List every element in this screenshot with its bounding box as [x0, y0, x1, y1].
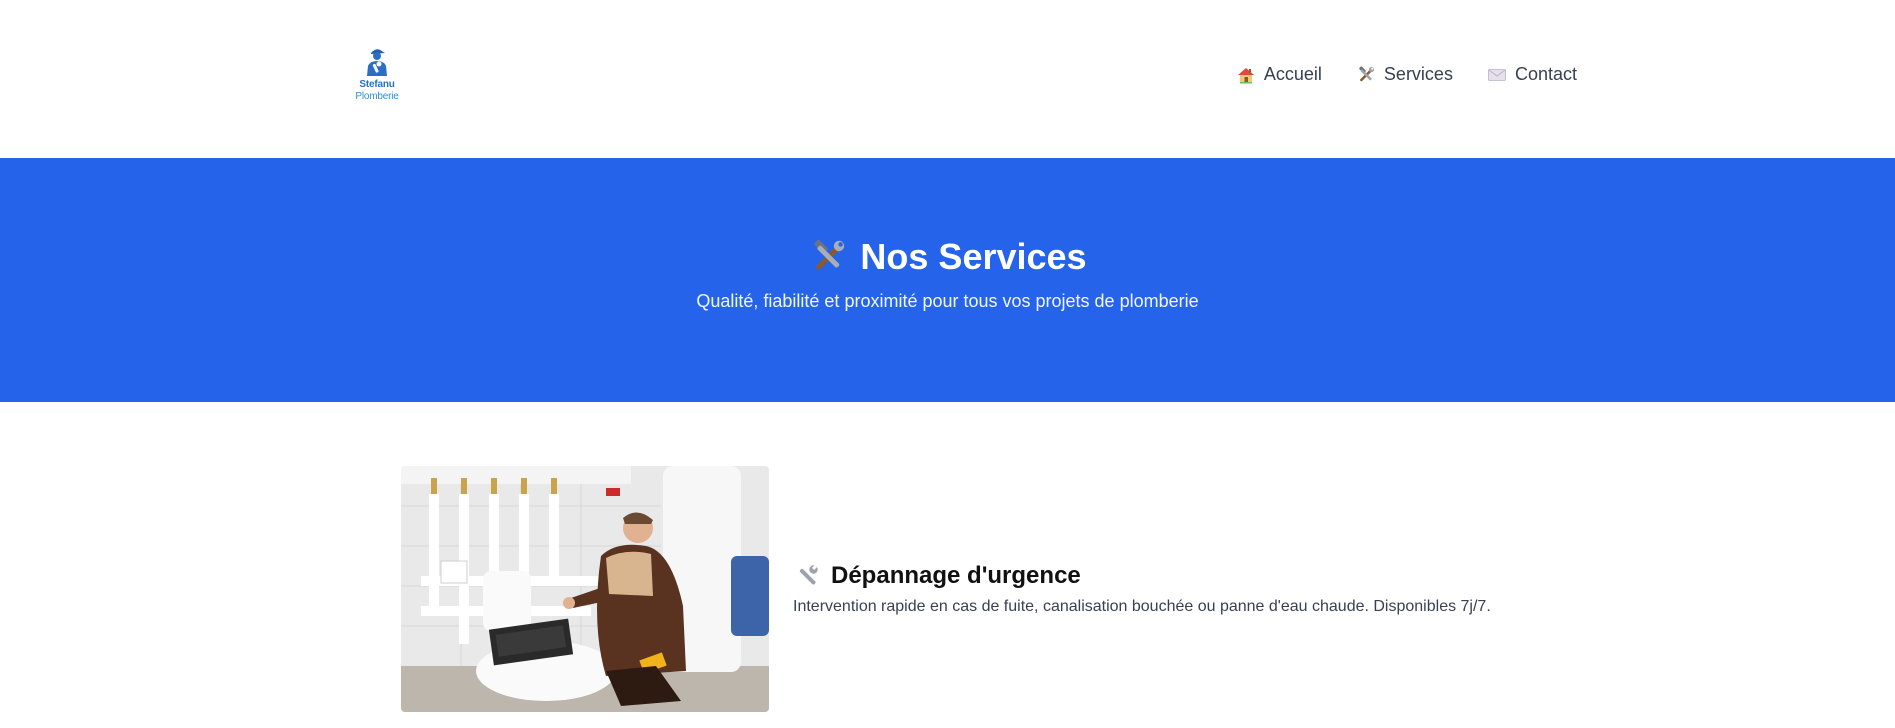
hero-banner: Nos Services Qualité, fiabilité et proxi…: [0, 158, 1895, 402]
nav-services[interactable]: Services: [1356, 64, 1453, 85]
services-section: Dépannage d'urgence Intervention rapide …: [0, 402, 1895, 728]
hero-title: Nos Services: [808, 235, 1087, 279]
nav-accueil[interactable]: Accueil: [1236, 64, 1322, 85]
plumber-logo-icon: [367, 49, 387, 76]
service-title: Dépannage d'urgence: [793, 562, 1513, 590]
logo-name: Stefanu: [359, 79, 395, 90]
service-description: Intervention rapide en cas de fuite, can…: [793, 598, 1491, 615]
service-title-text: Dépannage d'urgence: [831, 562, 1081, 589]
site-header: Stefanu Plomberie Accueil Services Conta…: [0, 0, 1895, 158]
nav-services-label: Services: [1383, 64, 1453, 84]
main-nav: Accueil Services Contact: [1236, 64, 1577, 85]
house-icon: [1237, 67, 1254, 83]
service-card: Dépannage d'urgence Intervention rapide …: [401, 466, 1513, 712]
nav-accueil-label: Accueil: [1263, 64, 1322, 84]
hero-subtitle: Qualité, fiabilité et proximité pour tou…: [696, 290, 1199, 311]
service-body: Dépannage d'urgence Intervention rapide …: [793, 562, 1513, 616]
hammer-wrench-icon: [814, 239, 845, 270]
nav-contact[interactable]: Contact: [1487, 64, 1577, 85]
wrench-icon: [799, 565, 818, 585]
nav-contact-label: Contact: [1514, 64, 1577, 84]
service-photo: [401, 466, 769, 712]
logo-subtitle: Plomberie: [355, 91, 399, 102]
envelope-icon: [1488, 68, 1506, 81]
hammer-wrench-icon: [1359, 65, 1375, 81]
hero-title-text: Nos Services: [860, 235, 1087, 277]
logo[interactable]: Stefanu Plomberie: [346, 44, 408, 110]
